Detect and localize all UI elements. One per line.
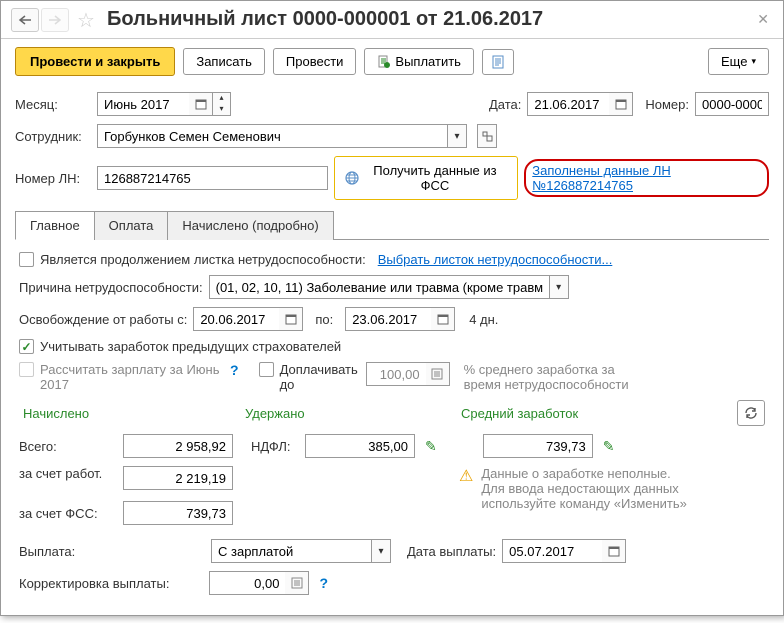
correction-input[interactable] — [209, 571, 285, 595]
month-label: Месяц: — [15, 97, 91, 112]
ndfl-input[interactable] — [305, 434, 415, 458]
ln-filled-highlight: Заполнены данные ЛН №126887214765 — [524, 159, 769, 197]
pay-button[interactable]: Выплатить — [364, 48, 474, 75]
release-to-input[interactable] — [345, 307, 431, 331]
refresh-button[interactable] — [737, 400, 765, 426]
fss-input[interactable] — [123, 501, 233, 525]
date-label: Дата: — [489, 97, 521, 112]
month-calendar-button[interactable] — [189, 92, 213, 116]
ndfl-label: НДФЛ: — [251, 439, 299, 454]
payout-label: Выплата: — [19, 544, 85, 559]
help-icon[interactable]: ? — [226, 362, 243, 378]
avg-header: Средний заработок — [461, 406, 641, 421]
avg-edit-icon[interactable]: ✎ — [599, 438, 619, 455]
total-input[interactable] — [123, 434, 233, 458]
warning-text-1: Данные о заработке неполные. — [481, 466, 711, 481]
month-input[interactable] — [97, 92, 189, 116]
payout-input[interactable] — [211, 539, 371, 563]
globe-icon — [345, 171, 359, 185]
employee-input[interactable] — [97, 124, 447, 148]
ln-number-label: Номер ЛН: — [15, 171, 91, 186]
correction-help-icon[interactable]: ? — [315, 575, 332, 591]
number-input[interactable] — [695, 92, 769, 116]
nav-back-button[interactable] — [11, 8, 39, 32]
nav-forward-button[interactable] — [41, 8, 69, 32]
window-title: Больничный лист 0000-000001 от 21.06.201… — [107, 8, 543, 31]
save-button[interactable]: Записать — [183, 48, 265, 75]
payout-date-label: Дата выплаты: — [407, 544, 496, 559]
pay-extra-input[interactable] — [366, 362, 426, 386]
calc-salary-label: Рассчитать зарплату за Июнь 2017 — [40, 362, 220, 392]
report-button[interactable] — [482, 49, 514, 75]
document-icon — [377, 55, 391, 69]
employee-open-button[interactable] — [477, 124, 497, 148]
correction-calc-button[interactable] — [285, 571, 309, 595]
reason-input[interactable] — [209, 275, 549, 299]
continuation-checkbox[interactable] — [19, 252, 34, 267]
correction-label: Корректировка выплаты: — [19, 576, 169, 591]
payout-date-calendar[interactable] — [602, 539, 626, 563]
release-to-calendar[interactable] — [431, 307, 455, 331]
prev-insurers-label: Учитывать заработок предыдущих страховат… — [40, 339, 341, 354]
withheld-header: Удержано — [245, 406, 455, 421]
calc-salary-checkbox — [19, 362, 34, 377]
accrued-header: Начислено — [19, 406, 239, 421]
warning-text-2: Для ввода недостающих данных используйте… — [481, 481, 711, 511]
pay-extra-checkbox[interactable] — [259, 362, 274, 377]
select-sheet-link[interactable]: Выбрать листок нетрудоспособности... — [378, 252, 613, 267]
payout-date-input[interactable] — [502, 539, 602, 563]
pct-hint: % среднего заработка за время нетрудоспо… — [464, 362, 644, 392]
employee-label: Сотрудник: — [15, 129, 91, 144]
pay-extra-calc-button[interactable] — [426, 362, 450, 386]
month-spinner[interactable]: ▴▾ — [213, 92, 231, 116]
tab-main[interactable]: Главное — [15, 211, 95, 240]
close-icon[interactable]: ✕ — [753, 7, 773, 32]
post-button[interactable]: Провести — [273, 48, 357, 75]
ln-filled-link[interactable]: Заполнены данные ЛН №126887214765 — [532, 163, 670, 193]
continuation-label: Является продолжением листка нетрудоспос… — [40, 252, 366, 267]
titlebar: ☆ Больничный лист 0000-000001 от 21.06.2… — [1, 1, 783, 39]
release-from-label: Освобождение от работы с: — [19, 312, 187, 327]
chevron-down-icon: ▾ — [751, 56, 756, 67]
tabs: Главное Оплата Начислено (подробно) — [15, 210, 769, 240]
employer-label: за счет работ. — [19, 466, 117, 481]
ln-number-input[interactable] — [97, 166, 328, 190]
release-to-label: по: — [315, 312, 333, 327]
date-input[interactable] — [527, 92, 609, 116]
pay-button-label: Выплатить — [395, 54, 461, 69]
employee-dropdown-button[interactable]: ▾ — [447, 124, 467, 148]
date-calendar-button[interactable] — [609, 92, 633, 116]
pay-extra-label: Доплачивать до — [280, 362, 360, 392]
get-fss-label: Получить данные из ФСС — [363, 163, 508, 193]
tab-accrued[interactable]: Начислено (подробно) — [167, 211, 333, 240]
avg-input[interactable] — [483, 434, 593, 458]
get-fss-button[interactable]: Получить данные из ФСС — [337, 159, 516, 197]
prev-insurers-checkbox[interactable]: ✓ — [19, 339, 34, 354]
reason-label: Причина нетрудоспособности: — [19, 280, 203, 295]
toolbar: Провести и закрыть Записать Провести Вып… — [1, 39, 783, 84]
release-from-calendar[interactable] — [279, 307, 303, 331]
total-label: Всего: — [19, 439, 117, 454]
more-button[interactable]: Еще ▾ — [708, 48, 769, 75]
more-label: Еще — [721, 54, 747, 69]
number-label: Номер: — [645, 97, 689, 112]
days-count: 4 дн. — [469, 312, 498, 327]
payout-dropdown-button[interactable]: ▾ — [371, 539, 391, 563]
tab-payment[interactable]: Оплата — [94, 211, 169, 240]
reason-dropdown-button[interactable]: ▾ — [549, 275, 569, 299]
favorite-star-icon[interactable]: ☆ — [77, 8, 101, 32]
employer-input[interactable] — [123, 466, 233, 490]
post-and-close-button[interactable]: Провести и закрыть — [15, 47, 175, 76]
release-from-input[interactable] — [193, 307, 279, 331]
fss-label: за счет ФСС: — [19, 506, 117, 521]
warning-icon: ⚠ — [459, 466, 473, 511]
ndfl-edit-icon[interactable]: ✎ — [421, 438, 441, 455]
